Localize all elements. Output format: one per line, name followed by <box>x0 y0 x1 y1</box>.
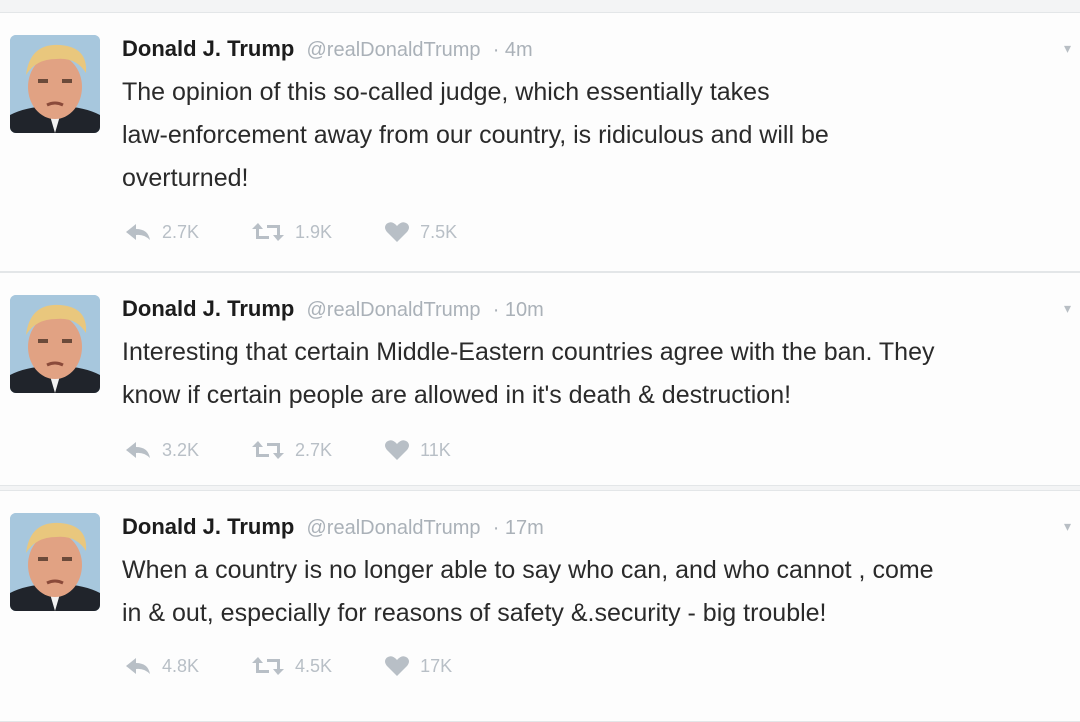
tweet-text-line: overturned! <box>122 164 249 192</box>
tweet-time[interactable]: · 4m <box>493 39 533 61</box>
heart-icon <box>385 440 410 460</box>
retweet-count: 1.9K <box>295 221 333 242</box>
reply-button[interactable]: 4.8K <box>124 655 199 677</box>
reply-count: 3.2K <box>162 439 200 460</box>
tweet-text-line: Interesting that certain Middle-Eastern … <box>122 338 935 366</box>
reply-count: 2.7K <box>162 221 200 242</box>
reply-button[interactable]: 3.2K <box>124 439 199 461</box>
avatar[interactable] <box>10 35 100 133</box>
tweet-header: Donald J. Trump @realDonaldTrump · 17m <box>122 513 544 542</box>
tweet-header: Donald J. Trump @realDonaldTrump · 4m <box>122 35 533 64</box>
tweet-card[interactable]: Donald J. Trump @realDonaldTrump · 10m ▾… <box>0 272 1080 486</box>
chevron-down-icon[interactable]: ▾ <box>1064 41 1074 55</box>
like-count: 11K <box>420 439 451 460</box>
reply-icon <box>126 658 150 674</box>
chevron-down-icon[interactable]: ▾ <box>1064 519 1074 533</box>
like-count: 17K <box>420 655 453 676</box>
like-button[interactable]: 11K <box>384 439 451 461</box>
author-name[interactable]: Donald J. Trump <box>122 36 294 61</box>
retweet-button[interactable]: 4.5K <box>251 655 332 677</box>
tweet-card[interactable]: Donald J. Trump @realDonaldTrump · 17m ▾… <box>0 490 1080 722</box>
tweet-header: Donald J. Trump @realDonaldTrump · 10m <box>122 295 544 324</box>
author-handle[interactable]: @realDonaldTrump <box>306 517 480 539</box>
heart-icon <box>385 222 410 242</box>
retweet-icon <box>252 441 285 459</box>
tweet-actions: 3.2K 2.7K 11K <box>124 439 503 461</box>
retweet-count: 2.7K <box>295 439 333 460</box>
tweet-time[interactable]: · 10m <box>493 299 544 321</box>
tweet-timeline: Donald J. Trump @realDonaldTrump · 4m ▾ … <box>0 0 1080 722</box>
tweet-text: The opinion of this so-called judge, whi… <box>122 71 1080 200</box>
tweet-actions: 4.8K 4.5K 17K <box>124 655 504 677</box>
tweet-text: When a country is no longer able to say … <box>122 549 1080 635</box>
reply-count: 4.8K <box>162 655 200 676</box>
heart-icon <box>385 656 410 676</box>
like-button[interactable]: 7.5K <box>384 221 457 243</box>
reply-icon <box>126 224 150 240</box>
reply-icon <box>126 442 150 458</box>
tweet-text-line: When a country is no longer able to say … <box>122 556 934 584</box>
author-name[interactable]: Donald J. Trump <box>122 296 294 321</box>
like-button[interactable]: 17K <box>384 655 452 677</box>
retweet-count: 4.5K <box>295 655 333 676</box>
tweet-card[interactable]: Donald J. Trump @realDonaldTrump · 4m ▾ … <box>0 12 1080 272</box>
avatar[interactable] <box>10 513 100 611</box>
tweet-text-line: The opinion of this so-called judge, whi… <box>122 78 770 106</box>
author-handle[interactable]: @realDonaldTrump <box>306 299 480 321</box>
tweet-text-line: know if certain people are allowed in it… <box>122 381 792 409</box>
tweet-text: Interesting that certain Middle-Eastern … <box>122 331 1080 417</box>
author-name[interactable]: Donald J. Trump <box>122 514 294 539</box>
tweet-text-line: law-enforcement away from our country, i… <box>122 121 829 149</box>
like-count: 7.5K <box>420 221 458 242</box>
profile-photo <box>10 513 100 611</box>
chevron-down-icon[interactable]: ▾ <box>1064 301 1074 315</box>
retweet-icon <box>252 223 285 241</box>
reply-button[interactable]: 2.7K <box>124 221 199 243</box>
retweet-button[interactable]: 1.9K <box>251 221 332 243</box>
avatar[interactable] <box>10 295 100 393</box>
profile-photo <box>10 35 100 133</box>
retweet-icon <box>252 657 285 675</box>
retweet-button[interactable]: 2.7K <box>251 439 332 461</box>
author-handle[interactable]: @realDonaldTrump <box>306 39 480 61</box>
tweet-time[interactable]: · 17m <box>493 517 544 539</box>
tweet-actions: 2.7K 1.9K 7.5K <box>124 221 509 243</box>
profile-photo <box>10 295 100 393</box>
tweet-text-line: in & out, especially for reasons of safe… <box>122 599 827 627</box>
